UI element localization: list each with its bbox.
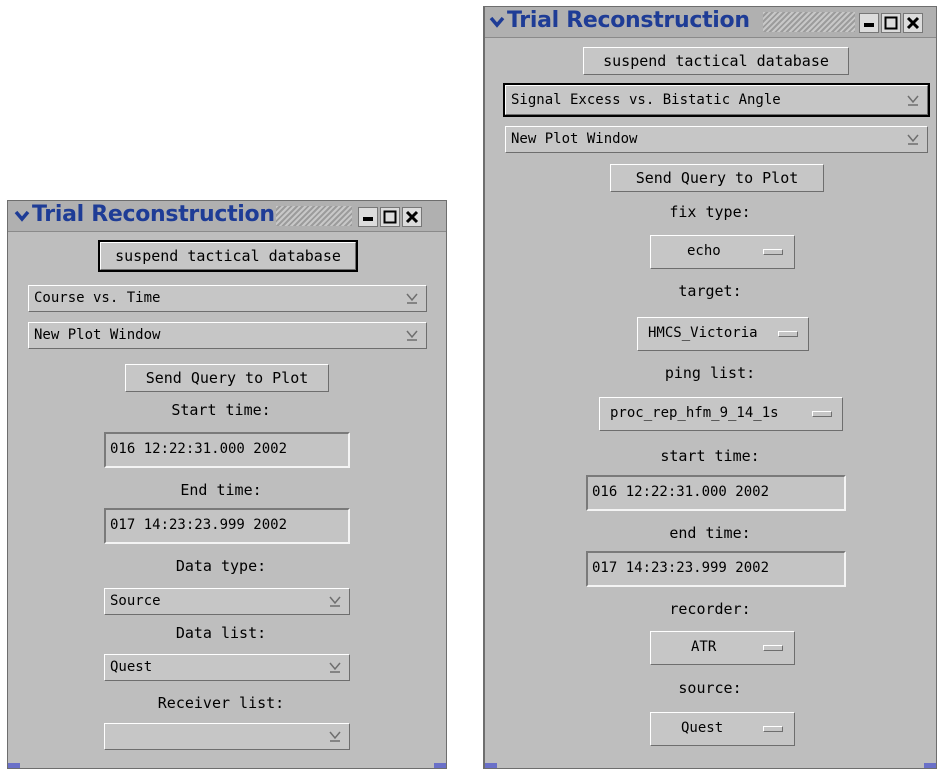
maximize-button[interactable]	[881, 13, 901, 33]
maximize-icon	[884, 16, 898, 30]
data-list-label: Data list:	[175, 624, 267, 642]
target-option-menu[interactable]: HMCS_Victoria	[637, 317, 809, 351]
trial-reconstruction-window-right: Trial Reconstruction suspend tactical da…	[483, 6, 937, 769]
fix-type-option-menu[interactable]: echo	[650, 235, 795, 269]
dropdown-arrow-icon	[329, 662, 341, 673]
close-button[interactable]	[903, 13, 923, 33]
option-menu-indicator-icon	[778, 331, 798, 337]
fix-type-value: echo	[687, 243, 721, 259]
window-menu-chevron-icon[interactable]	[13, 207, 31, 225]
option-menu-indicator-icon	[763, 645, 783, 651]
plot-type-value: Course vs. Time	[34, 290, 161, 306]
ping-list-label: ping list:	[664, 364, 756, 382]
data-type-label: Data type:	[175, 557, 267, 575]
start-time-field[interactable]: 016 12:22:31.000 2002	[586, 475, 846, 511]
start-time-label: start time:	[660, 447, 760, 465]
source-value: Quest	[681, 720, 724, 736]
data-type-value: Source	[110, 593, 161, 609]
close-icon	[906, 16, 920, 30]
frame-corner-right	[924, 763, 936, 768]
fix-type-label: fix type:	[669, 203, 751, 221]
target-value: HMCS_Victoria	[648, 325, 758, 341]
start-time-value: 016 12:22:31.000 2002	[592, 484, 770, 500]
dropdown-arrow-icon	[406, 293, 418, 304]
frame-corner-left	[485, 763, 497, 768]
plot-type-select[interactable]: Signal Excess vs. Bistatic Angle	[503, 83, 930, 117]
plot-target-select[interactable]: New Plot Window	[28, 322, 427, 349]
receiver-list-select[interactable]	[104, 723, 350, 750]
minimize-icon	[363, 217, 373, 221]
suspend-tactical-database-button[interactable]: suspend tactical database	[583, 47, 849, 75]
start-time-field[interactable]: 016 12:22:31.000 2002	[104, 432, 350, 468]
end-time-label: End time:	[180, 481, 262, 499]
frame-corner-right	[434, 763, 446, 768]
ping-list-option-menu[interactable]: proc_rep_hfm_9_14_1s	[599, 397, 843, 431]
dropdown-arrow-icon	[329, 596, 341, 607]
dropdown-arrow-icon	[406, 330, 418, 341]
option-menu-indicator-icon	[763, 726, 783, 732]
window-menu-chevron-icon[interactable]	[488, 13, 506, 31]
send-query-button[interactable]: Send Query to Plot	[125, 364, 329, 392]
option-menu-indicator-icon	[763, 249, 783, 255]
close-button[interactable]	[402, 207, 422, 227]
send-query-button[interactable]: Send Query to Plot	[610, 164, 824, 192]
minimize-button[interactable]	[859, 13, 879, 33]
option-menu-indicator-icon	[812, 411, 832, 417]
receiver-list-label: Receiver list:	[157, 694, 285, 712]
close-icon	[405, 210, 419, 224]
title-bar[interactable]: Trial Reconstruction	[8, 201, 446, 232]
plot-type-value: Signal Excess vs. Bistatic Angle	[511, 92, 781, 108]
data-type-select[interactable]: Source	[104, 588, 350, 615]
recorder-value: ATR	[691, 639, 717, 655]
ping-list-value: proc_rep_hfm_9_14_1s	[610, 405, 779, 421]
title-bar[interactable]: Trial Reconstruction	[485, 7, 936, 38]
start-time-value: 016 12:22:31.000 2002	[110, 441, 288, 457]
dropdown-arrow-icon	[329, 731, 341, 742]
trial-reconstruction-window-left: Trial Reconstruction suspend tactical da…	[7, 200, 447, 769]
recorder-option-menu[interactable]: ATR	[650, 631, 795, 665]
plot-type-select[interactable]: Course vs. Time	[28, 285, 427, 312]
title-bar-hatch	[763, 12, 855, 32]
end-time-label: end time:	[669, 524, 751, 542]
dropdown-arrow-icon	[907, 134, 919, 145]
source-label: source:	[678, 679, 742, 697]
data-list-select[interactable]: Quest	[104, 654, 350, 681]
end-time-value: 017 14:23:23.999 2002	[110, 517, 288, 533]
data-list-value: Quest	[110, 659, 153, 675]
suspend-tactical-database-button[interactable]: suspend tactical database	[98, 240, 358, 272]
start-time-label: Start time:	[171, 401, 271, 419]
window-title: Trial Reconstruction	[507, 8, 750, 33]
recorder-label: recorder:	[669, 600, 751, 618]
end-time-field[interactable]: 017 14:23:23.999 2002	[586, 551, 846, 587]
minimize-button[interactable]	[358, 207, 378, 227]
frame-corner-left	[8, 763, 20, 768]
plot-target-value: New Plot Window	[511, 131, 638, 147]
source-option-menu[interactable]: Quest	[650, 712, 795, 746]
plot-target-value: New Plot Window	[34, 327, 161, 343]
minimize-icon	[864, 23, 874, 27]
target-label: target:	[678, 282, 742, 300]
maximize-icon	[383, 210, 397, 224]
end-time-value: 017 14:23:23.999 2002	[592, 560, 770, 576]
window-title: Trial Reconstruction	[32, 202, 275, 227]
end-time-field[interactable]: 017 14:23:23.999 2002	[104, 508, 350, 544]
title-bar-hatch	[276, 206, 352, 226]
maximize-button[interactable]	[380, 207, 400, 227]
dropdown-arrow-icon	[907, 95, 919, 106]
plot-target-select[interactable]: New Plot Window	[505, 126, 928, 153]
